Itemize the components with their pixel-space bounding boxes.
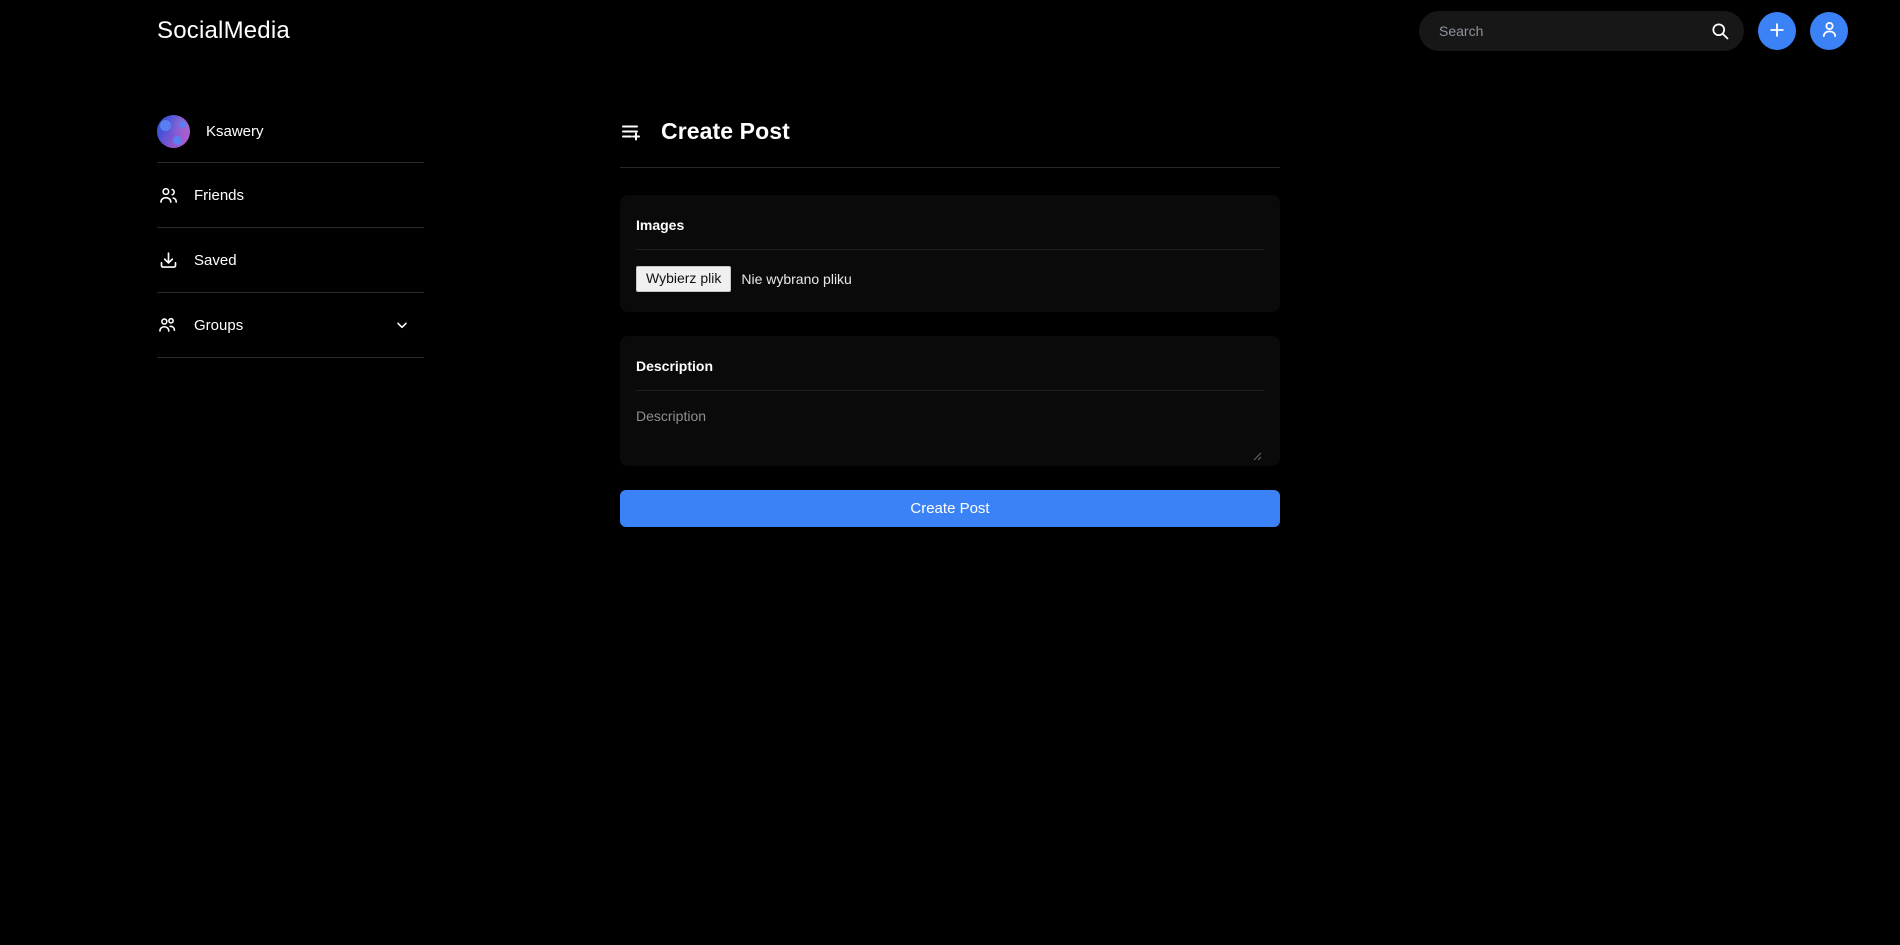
description-textarea[interactable]	[636, 390, 1264, 461]
choose-file-button[interactable]: Wybierz plik	[636, 266, 732, 292]
user-icon	[1819, 19, 1840, 43]
images-label: Images	[636, 195, 1264, 250]
page-header: Create Post	[620, 118, 1280, 168]
images-card-body: Wybierz plik Nie wybrano pliku	[636, 250, 1264, 312]
images-card: Images Wybierz plik Nie wybrano pliku	[620, 195, 1280, 312]
sidebar-item-friends[interactable]: Friends	[157, 163, 424, 227]
sidebar-item-label: Saved	[194, 251, 237, 269]
sidebar: Ksawery Friends Saved Groups	[157, 100, 424, 358]
search-box[interactable]	[1419, 11, 1744, 51]
list-plus-icon	[620, 120, 644, 144]
main-content: Create Post Images Wybierz plik Nie wybr…	[620, 118, 1280, 527]
file-input-row[interactable]: Wybierz plik Nie wybrano pliku	[636, 266, 1264, 292]
friends-icon	[157, 184, 179, 206]
save-download-icon	[157, 249, 179, 271]
page-title: Create Post	[661, 118, 790, 144]
sidebar-item-label: Groups	[194, 316, 244, 334]
sidebar-item-label: Friends	[194, 186, 245, 204]
plus-icon	[1767, 20, 1787, 43]
profile-name: Ksawery	[206, 122, 264, 140]
account-button[interactable]	[1810, 12, 1848, 50]
add-post-button[interactable]	[1758, 12, 1796, 50]
avatar	[157, 114, 190, 148]
top-bar: SocialMedia	[0, 0, 1900, 66]
search-input[interactable]	[1419, 11, 1744, 51]
create-post-button[interactable]: Create Post	[620, 489, 1280, 527]
description-card: Description	[620, 335, 1280, 466]
app-brand: SocialMedia	[157, 17, 290, 44]
sidebar-item-groups[interactable]: Groups	[157, 293, 424, 357]
sidebar-item-saved[interactable]: Saved	[157, 228, 424, 292]
file-status-text: Nie wybrano pliku	[741, 270, 852, 287]
description-label: Description	[636, 336, 1264, 391]
top-bar-actions	[1419, 11, 1848, 51]
sidebar-divider	[157, 357, 424, 358]
search-icon[interactable]	[1710, 21, 1730, 41]
groups-icon	[157, 314, 179, 336]
description-card-body	[636, 390, 1264, 466]
chevron-down-icon[interactable]	[394, 317, 410, 333]
sidebar-profile[interactable]: Ksawery	[157, 100, 424, 162]
